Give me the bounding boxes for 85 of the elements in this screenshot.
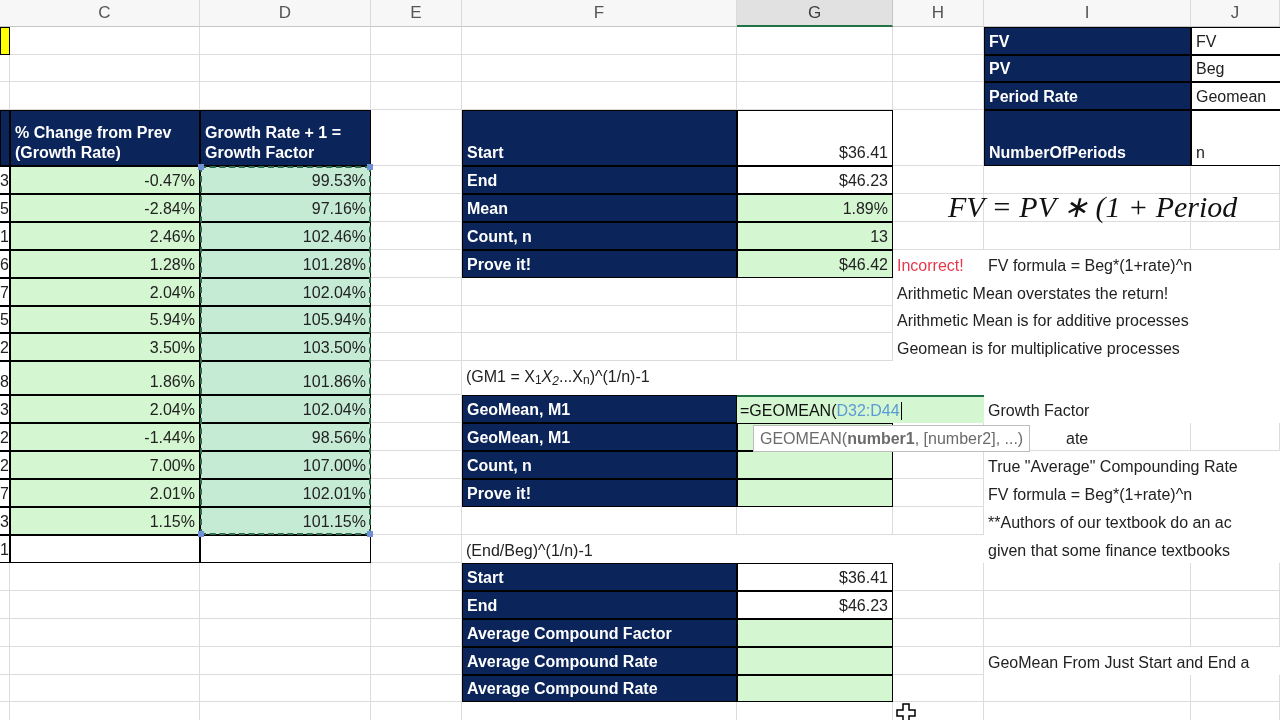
table-cell: 102.04%: [200, 395, 371, 423]
table-cell: 1.89%: [737, 194, 893, 222]
table-cell: Geomean: [1191, 82, 1280, 110]
row-label: Start: [462, 110, 737, 166]
warning-text: Incorrect!: [893, 250, 984, 278]
table-cell: Beg: [1191, 55, 1280, 82]
table-cell: 101.15%: [200, 507, 371, 535]
table-cell: -0.47%: [10, 166, 200, 194]
column-header[interactable]: I: [984, 0, 1191, 27]
column-heading: % Change from Prev (Growth Rate): [10, 110, 200, 166]
note-text: Geomean is for multiplicative processes: [893, 333, 1280, 361]
row-label: Average Compound Rate: [462, 675, 737, 702]
row-label: GeoMean, M1: [462, 423, 737, 451]
column-header[interactable]: J: [1191, 0, 1280, 27]
table-cell: FV: [1191, 27, 1280, 55]
row-label: Count, n: [462, 451, 737, 479]
note-text: FV formula = Beg*(1+rate)^n: [984, 479, 1280, 507]
table-cell: 101.28%: [200, 250, 371, 278]
column-header[interactable]: G: [737, 0, 893, 27]
table-cell: 2.46%: [10, 222, 200, 250]
row-label: Start: [462, 563, 737, 591]
row-label: End: [462, 591, 737, 619]
row-label: FV: [984, 27, 1191, 55]
table-cell: $36.41: [737, 563, 893, 591]
formula-input[interactable]: =GEOMEAN(D32:D44: [737, 395, 984, 423]
table-cell: $36.41: [737, 110, 893, 166]
table-cell: -1.44%: [10, 423, 200, 451]
row-label: Average Compound Rate: [462, 647, 737, 675]
column-header[interactable]: E: [371, 0, 462, 27]
table-cell: 102.46%: [200, 222, 371, 250]
note-text: **Authors of our textbook do an ac: [984, 507, 1280, 535]
row-label: Average Compound Factor: [462, 619, 737, 647]
note-text: True "Average" Compounding Rate: [984, 451, 1280, 479]
cursor-icon: [896, 703, 916, 720]
table-cell: 2.01%: [10, 479, 200, 507]
column-header[interactable]: D: [200, 0, 371, 27]
table-cell: 99.53%: [200, 166, 371, 194]
row-label: GeoMean, M1: [462, 395, 737, 423]
row-label: Count, n: [462, 222, 737, 250]
column-header[interactable]: F: [462, 0, 737, 27]
table-cell: $46.23: [737, 591, 893, 619]
table-cell: 1.15%: [10, 507, 200, 535]
table-cell: 107.00%: [200, 451, 371, 479]
column-heading: Growth Rate + 1 = Growth Factor: [200, 110, 371, 166]
table-cell: 5.94%: [10, 306, 200, 333]
table-cell: -2.84%: [10, 194, 200, 222]
table-cell: 2.04%: [10, 395, 200, 423]
table-cell: 98.56%: [200, 423, 371, 451]
note-text: Arithmetic Mean is for additive processes: [893, 306, 1280, 333]
note-text: GeoMean From Just Start and End a: [984, 647, 1280, 675]
table-cell: n: [1191, 110, 1280, 166]
note-text: Arithmetic Mean overstates the return!: [893, 278, 1280, 306]
table-cell: 13: [737, 222, 893, 250]
row-label: PV: [984, 55, 1191, 82]
table-cell: $46.23: [737, 166, 893, 194]
formula-text: (GM1 = X$_{1}$X$_{2}$...X$_{n}$)^(1/n)-1: [462, 361, 1280, 395]
table-cell: 101.86%: [200, 361, 371, 395]
note-text: ate: [1066, 429, 1089, 449]
note-text: (End/Beg)^(1/n)-1: [462, 535, 984, 563]
table-cell: 102.04%: [200, 278, 371, 306]
table-cell: $46.42: [737, 250, 893, 278]
table-cell: 1.28%: [10, 250, 200, 278]
row-label: End: [462, 166, 737, 194]
note-text: Growth Factor: [984, 395, 1280, 423]
table-cell: 105.94%: [200, 306, 371, 333]
note-text: given that some finance textbooks: [984, 535, 1280, 563]
row-label: Prove it!: [462, 250, 737, 278]
column-header[interactable]: C: [10, 0, 200, 27]
row-label: Period Rate: [984, 82, 1191, 110]
table-cell: 102.01%: [200, 479, 371, 507]
table-cell: 1.86%: [10, 361, 200, 395]
equation-text: FV = PV ∗ (1 + Period: [947, 194, 1239, 222]
function-tooltip: GEOMEAN(number1, [number2], ...): [753, 425, 1031, 452]
row-label: NumberOfPeriods: [984, 110, 1191, 166]
table-cell: 97.16%: [200, 194, 371, 222]
table-cell: 3.50%: [10, 333, 200, 361]
column-header[interactable]: H: [893, 0, 984, 27]
table-cell: 2.04%: [10, 278, 200, 306]
note-text: FV formula = Beg*(1+rate)^n: [984, 250, 1280, 278]
table-cell: 7.00%: [10, 451, 200, 479]
row-label: Prove it!: [462, 479, 737, 507]
highlighted-cell: [0, 27, 10, 55]
text-caret-icon: [900, 402, 903, 420]
row-label: Mean: [462, 194, 737, 222]
table-cell: 103.50%: [200, 333, 371, 361]
